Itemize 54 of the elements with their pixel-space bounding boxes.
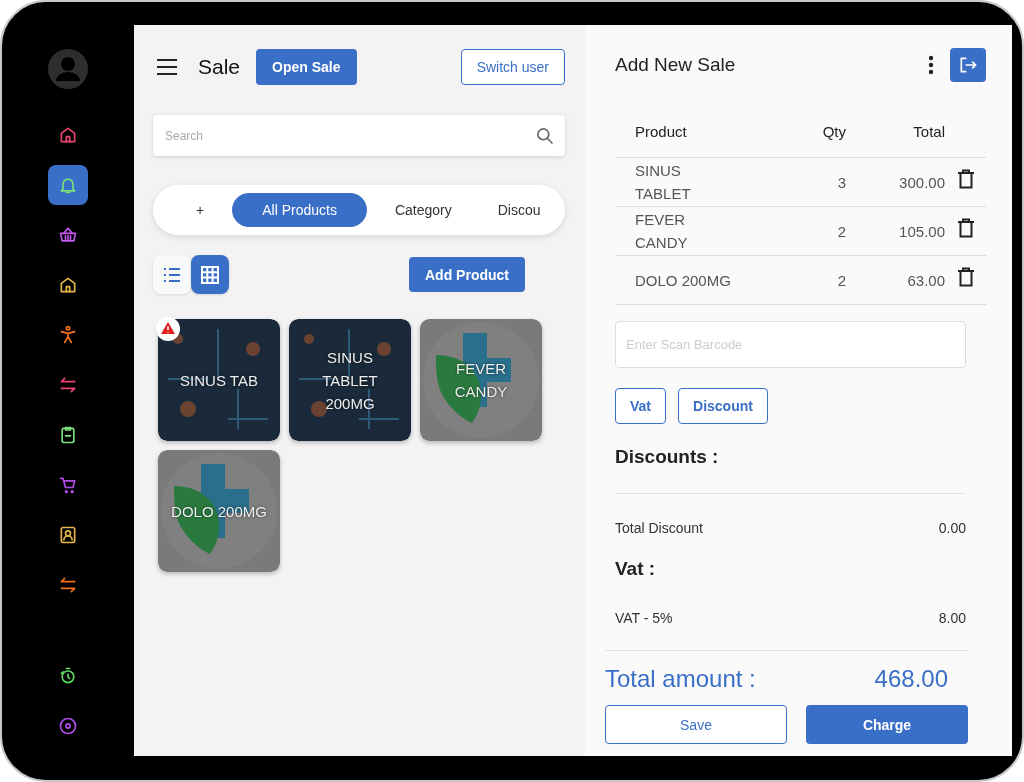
table-cell: 300.00: [847, 157, 946, 207]
product-name: SINUS TAB: [180, 370, 258, 391]
view-toggle[interactable]: [153, 255, 191, 294]
table-cell: 2: [737, 255, 847, 305]
option-button[interactable]: Discount: [678, 388, 768, 424]
table-cell: FEVER CANDY: [615, 206, 737, 256]
switch-user-button[interactable]: Switch user: [460, 49, 565, 85]
more-icon[interactable]: [928, 55, 934, 75]
table-cell: SINUS TABLET: [615, 157, 737, 207]
add-product-button[interactable]: Add Product: [409, 257, 525, 292]
delete-icon[interactable]: [957, 218, 975, 238]
column-header: Product: [615, 105, 737, 158]
logout-icon: [958, 55, 978, 75]
product-card[interactable]: SINUS TAB: [158, 319, 280, 441]
summary-value: 0.00: [938, 520, 966, 536]
total-value: 468.00: [874, 665, 948, 693]
nav-item[interactable]: [48, 165, 88, 205]
charge-button[interactable]: Charge: [806, 705, 968, 744]
filter-tab[interactable]: Discou: [479, 193, 559, 227]
search-icon[interactable]: [535, 125, 555, 146]
list-icon: [163, 266, 181, 283]
summary-value: 8.00: [938, 610, 966, 626]
option-button[interactable]: Vat: [615, 388, 666, 424]
table-cell: 105.00: [847, 206, 946, 256]
section-heading: Discounts :: [615, 446, 720, 468]
view-toggle[interactable]: [191, 255, 229, 294]
table-cell: DOLO 200MG: [615, 255, 737, 305]
table-cell: 63.00: [847, 255, 946, 305]
product-card[interactable]: SINUS TABLET 200MG: [289, 319, 411, 441]
section-heading: Vat :: [615, 558, 657, 580]
menu-icon[interactable]: [156, 58, 178, 76]
save-button[interactable]: Save: [605, 705, 787, 744]
filter-tab[interactable]: +: [178, 193, 223, 227]
column-header: Total: [847, 105, 946, 158]
table-cell: 2: [737, 206, 847, 256]
product-name: FEVER CANDY: [453, 359, 509, 402]
product-name: SINUS TABLET 200MG: [321, 347, 379, 414]
logout-button[interactable]: [950, 48, 986, 82]
table-cell: 3: [737, 157, 847, 207]
delete-icon[interactable]: [957, 169, 975, 189]
product-card[interactable]: FEVER CANDY: [420, 319, 542, 441]
total-label: Total amount :: [605, 665, 756, 693]
panel-title: Add New Sale: [615, 54, 736, 76]
delete-icon[interactable]: [957, 267, 975, 287]
filter-tab[interactable]: All Products: [232, 193, 367, 227]
summary-label: Total Discount: [615, 520, 703, 536]
page-title: Sale: [198, 55, 241, 79]
search-bar[interactable]: Search: [153, 115, 565, 156]
search-field[interactable]: Search: [163, 127, 535, 144]
open-sale-button[interactable]: Open Sale: [256, 49, 357, 85]
summary-label: VAT - 5%: [615, 610, 673, 626]
grid-icon: [201, 265, 219, 284]
column-header: Qty: [737, 105, 847, 158]
filter-tab[interactable]: Category: [376, 193, 470, 227]
